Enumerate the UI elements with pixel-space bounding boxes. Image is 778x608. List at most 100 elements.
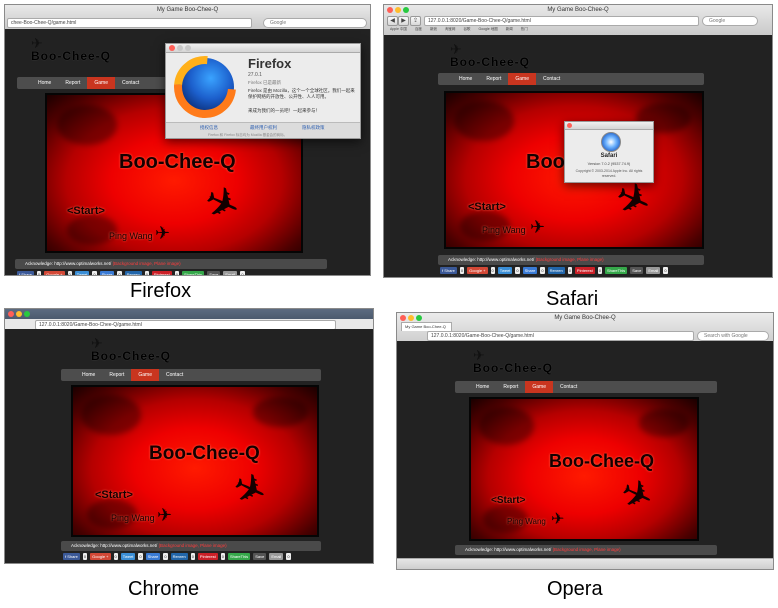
bookmark-item[interactable]: 新浪 [430,27,437,32]
start-button[interactable]: <Start> [95,489,133,501]
link-privacy[interactable]: 隐私权政策 [302,125,325,131]
share-button[interactable]: Email [269,553,284,560]
share-button[interactable]: Share [99,271,115,275]
share-button[interactable]: 0 [82,553,88,560]
share-button[interactable]: Google + [467,267,488,274]
share-button[interactable]: Save [207,271,221,275]
share-button[interactable]: 0 [144,271,149,275]
zoom-icon[interactable] [185,45,191,51]
share-button[interactable]: 0 [515,267,520,274]
share-button[interactable]: ⇪ [410,16,421,26]
share-button[interactable]: f Share [63,553,80,560]
share-button[interactable]: Save [253,553,267,560]
link-user-rights[interactable]: 最终用户权利 [250,125,277,131]
nav-home[interactable]: Home [31,77,58,89]
nav-home[interactable]: Home [469,381,496,393]
share-button[interactable]: f Share [17,271,34,275]
nav-contact[interactable]: Contact [536,73,567,85]
nav-report[interactable]: Report [58,77,87,89]
share-button[interactable]: 0 [113,553,118,560]
start-button[interactable]: <Start> [491,495,525,506]
share-button[interactable]: Email [646,267,661,274]
nav-game[interactable]: Game [131,369,159,381]
nav-contact[interactable]: Contact [553,381,584,393]
share-button[interactable]: Renren [124,271,142,275]
game-canvas[interactable]: Boo-Chee-Q <Start> Ping Wang ✈ ✈ [469,397,699,541]
site-logo[interactable]: Boo-Chee-Q [473,361,553,375]
share-button[interactable]: Tweet [74,271,90,275]
bookmark-item[interactable]: 谷歌 [463,27,470,32]
zoom-icon[interactable] [24,311,30,317]
share-button[interactable]: 0 [597,267,602,274]
nav-home[interactable]: Home [452,73,479,85]
nav-report[interactable]: Report [479,73,508,85]
share-button[interactable]: 0 [459,267,465,274]
share-button[interactable]: Save [630,267,644,274]
start-button[interactable]: <Start> [468,201,506,213]
share-button[interactable]: 0 [286,553,291,560]
share-button[interactable]: 0 [36,271,42,275]
back-button[interactable]: ◀ [387,16,398,26]
share-button[interactable]: 0 [540,267,545,274]
share-button[interactable]: 0 [67,271,72,275]
nav-report[interactable]: Report [102,369,131,381]
share-button[interactable]: 0 [174,271,179,275]
nav-game[interactable]: Game [87,77,115,89]
share-button[interactable]: Email [223,271,238,275]
address-bar[interactable]: chee-Boo-Chee-Q/game.html [7,18,252,28]
site-logo[interactable]: Boo-Chee-Q [91,349,171,363]
search-input[interactable]: Google [263,18,367,28]
ack-credit-link[interactable]: (Background image, Plane image) [113,261,181,266]
address-bar[interactable]: 127.0.0.1:8020/Game-Boo-Chee-Q/game.html [427,331,694,341]
game-canvas[interactable]: Boo-Chee-Q <Start> Ping Wang ✈ ✈ [71,385,319,537]
share-button[interactable]: Tweet [497,267,513,274]
tab-game[interactable]: My Game Boo-Chee-Q [401,322,452,331]
about-join[interactable]: 来成为我们的一员吧！一起来参与！ [248,108,320,114]
site-logo[interactable]: Boo-Chee-Q [31,49,111,63]
share-button[interactable]: 0 [92,271,97,275]
share-button[interactable]: ShareThis [181,271,205,275]
forward-button[interactable]: ▶ [398,16,409,26]
share-button[interactable]: Share [145,553,161,560]
minimize-icon[interactable] [177,45,183,51]
share-button[interactable]: Renren [547,267,565,274]
share-button[interactable]: 0 [567,267,572,274]
share-button[interactable]: Pinterest [197,553,218,560]
minimize-icon[interactable] [16,311,22,317]
address-bar[interactable]: 127.0.0.1:8020/Game-Boo-Chee-Q/game.html [424,16,699,26]
close-icon[interactable] [169,45,175,51]
share-button[interactable]: Pinterest [574,267,595,274]
share-button[interactable]: Share [522,267,538,274]
ack-credit-link[interactable]: (Background image, Plane image) [536,257,604,262]
close-icon[interactable] [567,123,572,128]
nav-home[interactable]: Home [75,369,102,381]
nav-contact[interactable]: Contact [115,77,146,89]
search-input[interactable]: Search with Google [697,331,769,341]
search-input[interactable]: Google [702,16,758,26]
share-button[interactable]: 0 [490,267,495,274]
share-button[interactable]: Google + [90,553,111,560]
share-button[interactable]: 0 [117,271,122,275]
start-button[interactable]: <Start> [67,205,105,217]
bookmark-item[interactable]: 热门 [521,27,528,32]
share-button[interactable]: ShareThis [604,267,628,274]
bookmark-item[interactable]: 新闻 [506,27,513,32]
ack-credit-link[interactable]: (Background image, Plane image) [553,547,621,552]
nav-game[interactable]: Game [525,381,553,393]
bookmark-item[interactable]: 淘宝网 [445,27,456,32]
share-button[interactable]: ShareThis [227,553,251,560]
nav-report[interactable]: Report [496,381,525,393]
bookmark-item[interactable]: Google 地图 [478,27,497,32]
share-button[interactable]: 0 [190,553,195,560]
nav-contact[interactable]: Contact [159,369,190,381]
close-icon[interactable] [8,311,14,317]
nav-game[interactable]: Game [508,73,536,85]
share-button[interactable]: 0 [663,267,668,274]
bookmark-item[interactable]: Apple 中国 [390,27,407,32]
link-license[interactable]: 授权信息 [200,125,218,131]
share-button[interactable]: Google + [44,271,65,275]
bookmark-item[interactable]: 百度 [415,27,422,32]
share-button[interactable]: 0 [240,271,245,275]
share-button[interactable]: Tweet [120,553,136,560]
site-logo[interactable]: Boo-Chee-Q [450,55,530,69]
